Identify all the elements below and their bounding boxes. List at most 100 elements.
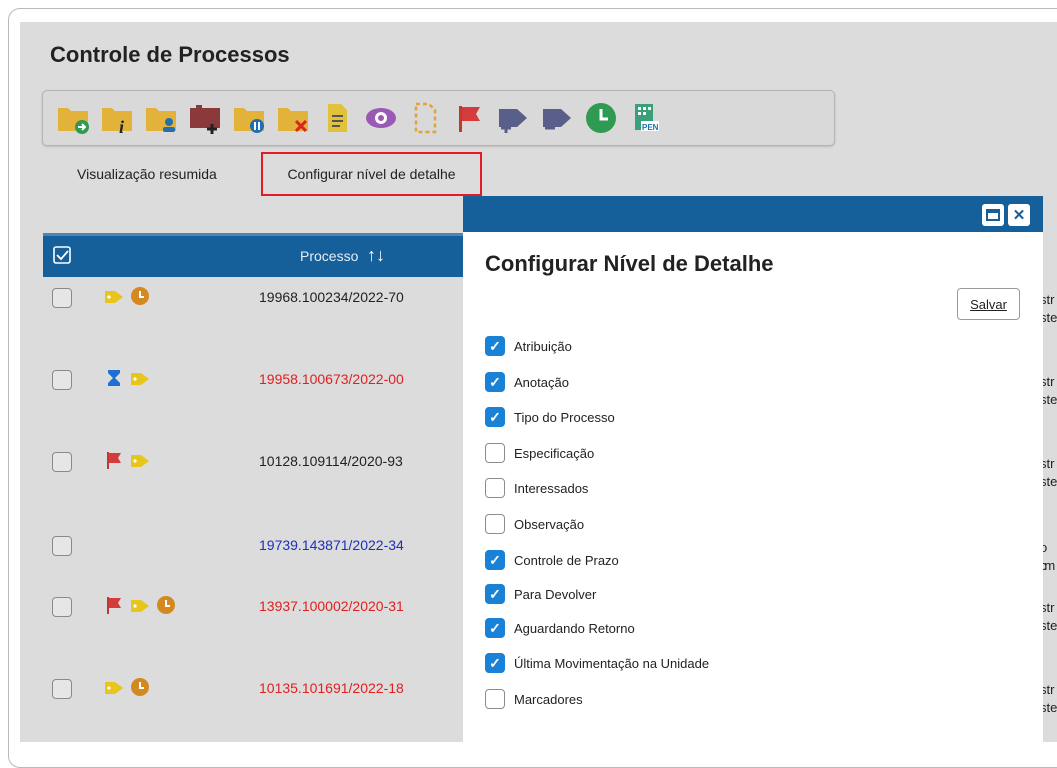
tab-summary-view[interactable]: Visualização resumida <box>77 166 217 182</box>
toolbar: i PEN <box>42 90 835 146</box>
option-label[interactable]: Aguardando Retorno <box>514 621 635 636</box>
option-label[interactable]: Tipo do Processo <box>514 410 615 425</box>
folder-user-icon[interactable] <box>139 96 183 140</box>
option-checkbox[interactable] <box>485 689 505 709</box>
svg-text:i: i <box>119 117 124 136</box>
row-status-icons <box>103 595 177 617</box>
process-number-link[interactable]: 10135.101691/2022-18 <box>259 680 404 696</box>
folder-delete-icon[interactable] <box>271 96 315 140</box>
row-checkbox[interactable] <box>52 536 72 556</box>
tab-detail-level[interactable]: Configurar nível de detalhe <box>261 152 482 196</box>
process-number-link[interactable]: 19968.100234/2022-70 <box>259 289 404 305</box>
option-label[interactable]: Última Movimentação na Unidade <box>514 656 709 671</box>
option-checkbox[interactable]: ✓ <box>485 407 505 427</box>
row-status-icons <box>103 369 151 390</box>
detail-option: ✓ Aguardando Retorno <box>485 617 635 639</box>
table-header: Processo ↑↓ <box>43 233 473 277</box>
folder-info-icon[interactable]: i <box>95 96 139 140</box>
row-checkbox[interactable] <box>52 679 72 699</box>
svg-text:PEN: PEN <box>642 123 659 132</box>
row-checkbox[interactable] <box>52 370 72 390</box>
option-checkbox[interactable]: ✓ <box>485 653 505 673</box>
detail-option: ✓ Última Movimentação na Unidade <box>485 652 709 674</box>
tag-icon <box>103 676 125 703</box>
folder-arrow-icon[interactable] <box>51 96 95 140</box>
folder-pause-icon[interactable] <box>227 96 271 140</box>
clock-icon <box>155 594 177 621</box>
detail-option: ✓ Tipo do Processo <box>485 406 615 428</box>
tag-icon <box>129 367 151 394</box>
hourglass-icon <box>103 367 125 394</box>
document-note-icon[interactable] <box>315 96 359 140</box>
detail-option: ✓ Para Devolver <box>485 583 596 605</box>
table-row: 19739.143871/2022-34 <box>43 536 473 556</box>
dialog-scrollbar[interactable] <box>1027 236 1043 742</box>
row-status-icons <box>103 286 151 308</box>
save-button[interactable]: Salvar <box>957 288 1020 320</box>
detail-option: Observação <box>485 513 584 535</box>
dialog-title: Configurar Nível de Detalhe <box>485 251 774 276</box>
sort-icon[interactable]: ↑↓ <box>367 245 385 266</box>
option-label[interactable]: Controle de Prazo <box>514 553 619 568</box>
option-label[interactable]: Atribuição <box>514 339 572 354</box>
flag-icon <box>103 594 125 621</box>
option-checkbox[interactable]: ✓ <box>485 372 505 392</box>
option-checkbox[interactable] <box>485 514 505 534</box>
detail-option: ✓ Anotação <box>485 371 569 393</box>
eye-icon[interactable] <box>359 96 403 140</box>
option-label[interactable]: Anotação <box>514 375 569 390</box>
process-number-link[interactable]: 13937.100002/2020-31 <box>259 598 404 614</box>
process-number-link[interactable]: 10128.109114/2020-93 <box>259 453 403 469</box>
detail-level-dialog: ✕ Configurar Nível de Detalhe Salvar ✓ At… <box>463 196 1043 756</box>
row-checkbox[interactable] <box>52 597 72 617</box>
select-all-checkbox-icon[interactable] <box>53 246 71 264</box>
folder-plus-icon[interactable] <box>183 96 227 140</box>
row-checkbox[interactable] <box>52 288 72 308</box>
table-row: 19958.100673/2022-00 <box>43 369 473 390</box>
clock-icon[interactable] <box>579 96 623 140</box>
clock-icon <box>129 285 151 312</box>
maximize-icon[interactable] <box>982 204 1004 226</box>
option-checkbox[interactable]: ✓ <box>485 550 505 570</box>
table-row: 19968.100234/2022-70 <box>43 286 473 308</box>
table-row: 13937.100002/2020-31 <box>43 595 473 617</box>
process-number-link[interactable]: 19739.143871/2022-34 <box>259 537 404 553</box>
column-header-process[interactable]: Processo <box>300 248 358 264</box>
option-label[interactable]: Marcadores <box>514 692 583 707</box>
dashed-document-icon[interactable] <box>403 96 447 140</box>
option-checkbox[interactable]: ✓ <box>485 584 505 604</box>
option-label[interactable]: Interessados <box>514 481 588 496</box>
tag-icon <box>129 594 151 621</box>
tab-detail-level-label: Configurar nível de detalhe <box>287 166 456 182</box>
detail-option: Especificação <box>485 442 594 464</box>
tag-icon <box>129 449 151 476</box>
clock-icon <box>129 676 151 703</box>
row-checkbox[interactable] <box>52 452 72 472</box>
option-label[interactable]: Para Devolver <box>514 587 596 602</box>
tag-plus-icon[interactable] <box>491 96 535 140</box>
save-button-label: Salvar <box>970 296 1007 312</box>
flag-icon[interactable] <box>447 96 491 140</box>
tag-icon <box>103 285 125 312</box>
detail-option: ✓ Controle de Prazo <box>485 549 619 571</box>
process-number-link[interactable]: 19958.100673/2022-00 <box>259 371 404 387</box>
option-checkbox[interactable]: ✓ <box>485 618 505 638</box>
detail-option: Marcadores <box>485 688 583 710</box>
detail-option: ✓ Atribuição <box>485 335 572 357</box>
dialog-title-bar: ✕ <box>463 196 1043 232</box>
option-checkbox[interactable]: ✓ <box>485 336 505 356</box>
row-status-icons <box>103 451 151 472</box>
option-checkbox[interactable] <box>485 478 505 498</box>
table-row: 10135.101691/2022-18 <box>43 677 473 699</box>
row-status-icons <box>103 677 151 699</box>
flag-icon <box>103 449 125 476</box>
table-row: 10128.109114/2020-93 <box>43 451 473 472</box>
pen-icon[interactable]: PEN <box>623 96 667 140</box>
detail-option: Interessados <box>485 477 588 499</box>
option-label[interactable]: Especificação <box>514 446 594 461</box>
page-title: Controle de Processos <box>50 42 290 67</box>
option-label[interactable]: Observação <box>514 517 584 532</box>
option-checkbox[interactable] <box>485 443 505 463</box>
close-icon[interactable]: ✕ <box>1008 204 1030 226</box>
tag-minus-icon[interactable] <box>535 96 579 140</box>
